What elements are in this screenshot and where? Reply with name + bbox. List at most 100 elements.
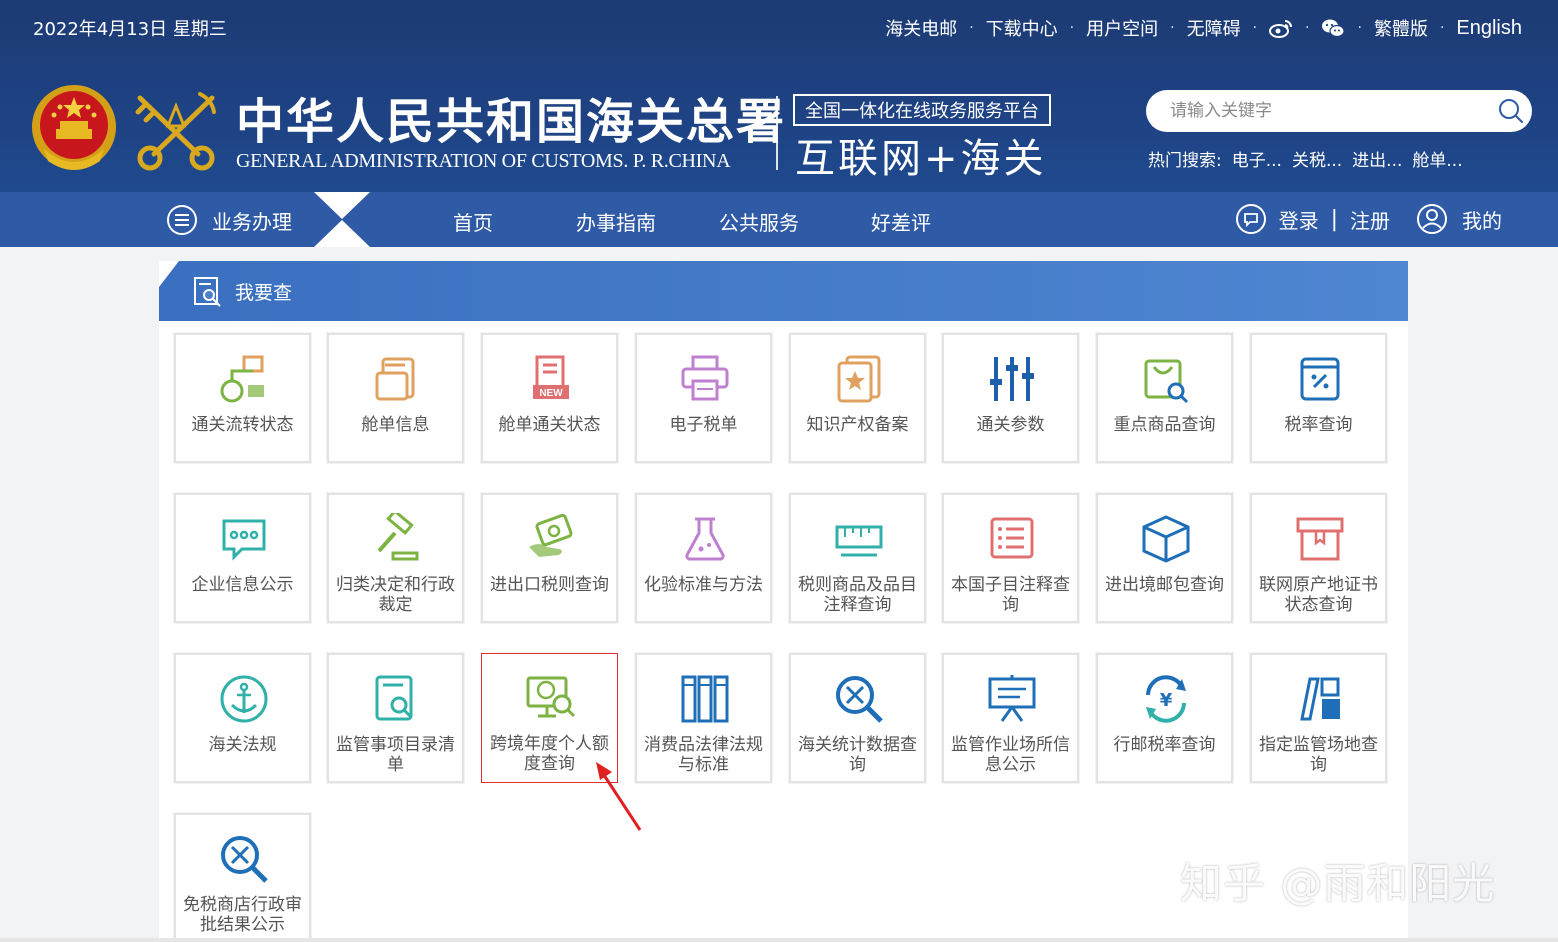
- hot-search-item[interactable]: 关税...: [1292, 146, 1342, 171]
- nav-business-menu[interactable]: 业务办理: [166, 204, 292, 236]
- manifest-icon: [375, 357, 415, 401]
- nav-rating[interactable]: 好差评: [871, 207, 931, 236]
- flow-status-icon: [220, 355, 264, 403]
- service-tile[interactable]: 舱单信息: [327, 333, 464, 463]
- service-tile-label: 进出口税则查询: [490, 575, 609, 595]
- my-account-link[interactable]: 我的: [1462, 205, 1502, 234]
- main-nav: 业务办理 首页 办事指南 公共服务 好差评 登录 | 注册 我的: [0, 192, 1558, 247]
- nav-notch-decoration: [314, 192, 370, 247]
- service-tile-label: 海关法规: [208, 735, 277, 755]
- menu-icon: [167, 205, 197, 235]
- dot-separator: ·: [1305, 20, 1310, 36]
- current-date: 2022年4月13日 星期三: [33, 19, 227, 40]
- service-tile[interactable]: 监管事项目录清单: [327, 653, 464, 783]
- service-tile-label: 通关参数: [976, 415, 1045, 435]
- service-tile-label: 联网原产地证书状态查询: [1259, 575, 1378, 615]
- service-tile-label: 舱单通关状态: [498, 415, 601, 435]
- service-tile-label: 税率查询: [1284, 415, 1353, 435]
- service-tile-label: 化验标准与方法: [644, 575, 763, 595]
- ip-certificate-icon: [837, 355, 881, 403]
- platform-title: 互联网+海关: [795, 136, 1047, 182]
- panel-header: 我要查: [159, 261, 1408, 321]
- login-link[interactable]: 登录: [1279, 205, 1319, 234]
- hot-search-label: 热门搜索:: [1148, 151, 1222, 171]
- books-icon: [681, 675, 729, 723]
- hot-searches: 热门搜索: 电子... 关税... 进出... 舱单...: [1148, 146, 1463, 171]
- service-tile-label: 本国子目注释查询: [951, 575, 1070, 615]
- service-tile[interactable]: 进出境邮包查询: [1096, 493, 1233, 623]
- site-header: 2022年4月13日 星期三 海关电邮 · 下载中心 · 用户空间 · 无障碍 …: [0, 0, 1558, 192]
- service-tile[interactable]: ¥ 行邮税率查询: [1096, 653, 1233, 783]
- link-english[interactable]: English: [1456, 17, 1522, 40]
- ruler-icon: [835, 525, 883, 557]
- service-tile[interactable]: 指定监管场地查询: [1250, 653, 1387, 783]
- svg-text:NEW: NEW: [539, 388, 563, 399]
- nav-divider: |: [1330, 206, 1338, 232]
- hot-search-item[interactable]: 电子...: [1232, 146, 1282, 171]
- service-tile[interactable]: 消费品法律法规与标准: [635, 653, 772, 783]
- printer-icon: [681, 355, 729, 401]
- nav-home[interactable]: 首页: [453, 207, 493, 236]
- link-user-space[interactable]: 用户空间: [1086, 15, 1158, 41]
- service-tile[interactable]: 本国子目注释查询: [942, 493, 1079, 623]
- query-document-icon: [194, 277, 221, 307]
- easel-board-icon: [988, 675, 1036, 722]
- nav-public-service[interactable]: 公共服务: [719, 207, 799, 236]
- service-tile[interactable]: 电子税单: [635, 333, 772, 463]
- search-input[interactable]: [1170, 90, 1480, 132]
- service-tile[interactable]: 海关法规: [174, 653, 311, 783]
- chat-bubble-icon: [222, 519, 266, 561]
- service-tile[interactable]: 重点商品查询: [1096, 333, 1233, 463]
- weibo-icon[interactable]: [1269, 18, 1293, 38]
- service-tile[interactable]: 企业信息公示: [174, 493, 311, 623]
- link-traditional-chinese[interactable]: 繁體版: [1374, 15, 1428, 41]
- service-tile[interactable]: 免税商店行政审批结果公示: [174, 813, 311, 940]
- service-tile-label: 重点商品查询: [1113, 415, 1216, 435]
- site-blocks-icon: [1300, 677, 1340, 721]
- top-links: 海关电邮 · 下载中心 · 用户空间 · 无障碍 · · · 繁體版 · Eng…: [885, 15, 1522, 41]
- service-tile[interactable]: 归类决定和行政裁定: [327, 493, 464, 623]
- service-tile[interactable]: 化验标准与方法: [635, 493, 772, 623]
- service-tile-label: 消费品法律法规与标准: [644, 735, 763, 775]
- list-card-icon: [990, 517, 1034, 559]
- service-tile-label: 知识产权备案: [806, 415, 909, 435]
- service-tile-label: 进出境邮包查询: [1105, 575, 1224, 595]
- service-tile[interactable]: 税则商品及品目注释查询: [789, 493, 926, 623]
- nav-guide[interactable]: 办事指南: [576, 207, 656, 236]
- service-tile-label: 免税商店行政审批结果公示: [183, 895, 302, 935]
- gavel-icon: [377, 513, 419, 561]
- service-tile[interactable]: 税率查询: [1250, 333, 1387, 463]
- hot-search-item[interactable]: 进出...: [1352, 146, 1402, 171]
- link-download-center[interactable]: 下载中心: [986, 15, 1058, 41]
- nav-user-area: 登录 | 注册 我的: [1235, 203, 1502, 235]
- yen-refresh-icon: ¥: [1146, 675, 1186, 723]
- service-tile[interactable]: 通关参数: [942, 333, 1079, 463]
- service-tile-label: 监管作业场所信息公示: [951, 735, 1070, 775]
- shopping-bag-search-icon: [1144, 359, 1189, 404]
- service-tile-label: 通关流转状态: [191, 415, 294, 435]
- tax-rate-book-icon: [1300, 357, 1340, 401]
- register-link[interactable]: 注册: [1350, 205, 1390, 234]
- news-manifest-icon: NEW: [533, 355, 569, 399]
- dot-separator: ·: [969, 20, 974, 36]
- service-tile[interactable]: 进出口税则查询: [481, 493, 618, 623]
- watermark: 知乎 @雨和阳光: [1180, 859, 1496, 908]
- header-corner-decoration: [159, 261, 179, 287]
- dot-separator: ·: [1252, 20, 1258, 36]
- service-tile[interactable]: 知识产权备案: [789, 333, 926, 463]
- search-icon[interactable]: [1498, 98, 1524, 124]
- national-emblem-logo[interactable]: [30, 83, 118, 171]
- customs-key-logo[interactable]: [132, 86, 220, 174]
- service-tile[interactable]: 监管作业场所信息公示: [942, 653, 1079, 783]
- link-customs-email[interactable]: 海关电邮: [885, 15, 957, 41]
- service-tile[interactable]: 通关流转状态: [174, 333, 311, 463]
- link-accessibility[interactable]: 无障碍: [1187, 15, 1241, 41]
- service-tile-label: 海关统计数据查询: [798, 735, 917, 775]
- nav-business-label: 业务办理: [212, 209, 292, 234]
- service-tile[interactable]: 联网原产地证书状态查询: [1250, 493, 1387, 623]
- wechat-icon[interactable]: [1321, 18, 1346, 38]
- service-tile[interactable]: 海关统计数据查询: [789, 653, 926, 783]
- service-tile[interactable]: NEW 舱单通关状态: [481, 333, 618, 463]
- document-search-icon: [375, 675, 413, 721]
- hot-search-item[interactable]: 舱单...: [1412, 146, 1462, 171]
